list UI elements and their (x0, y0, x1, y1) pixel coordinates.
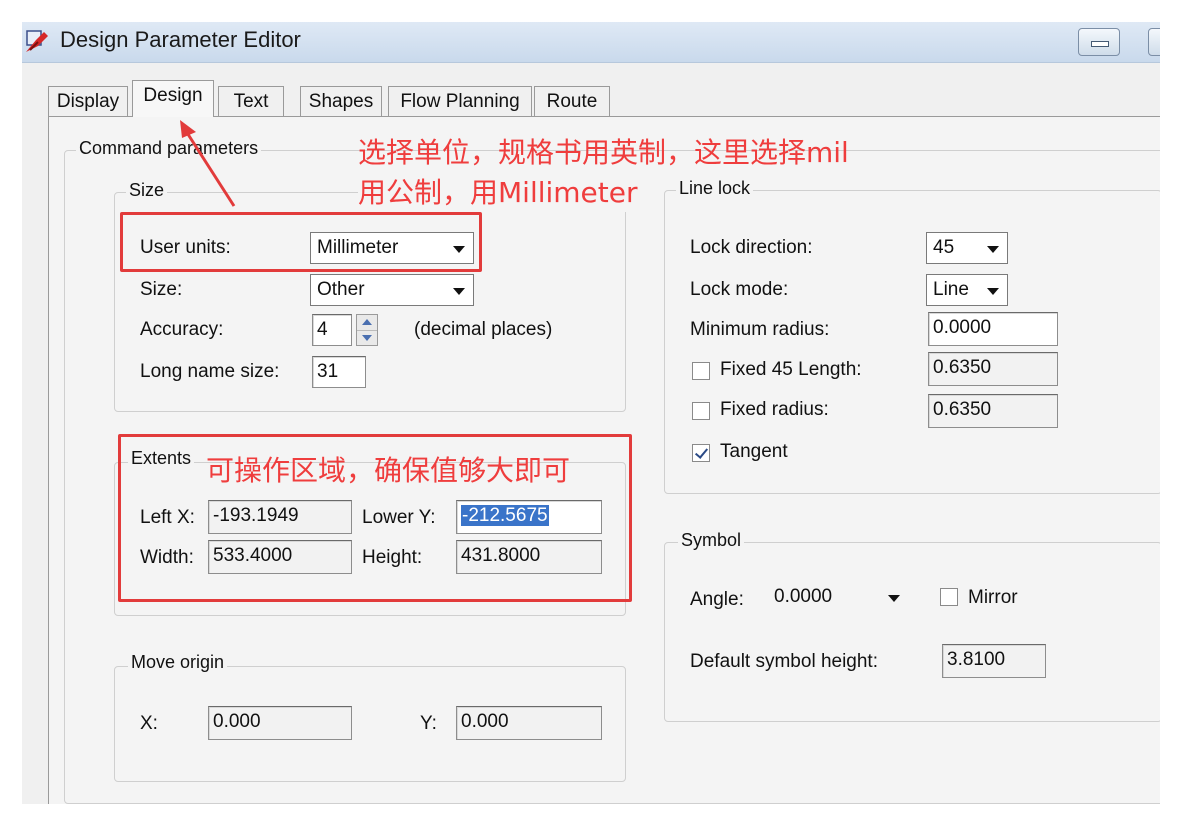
lock-direction-label: Lock direction: (690, 237, 813, 258)
window-title: Design Parameter Editor (60, 27, 301, 52)
fixed-radius-field[interactable]: 0.6350 (928, 394, 1058, 428)
mirror-checkbox[interactable] (940, 588, 958, 606)
design-parameter-editor-window: Design Parameter Editor Display Design T… (22, 22, 1160, 804)
accuracy-field[interactable]: 4 (312, 314, 352, 346)
chevron-down-icon (987, 288, 999, 295)
default-symbol-height-label: Default symbol height: (690, 651, 878, 672)
minimize-button[interactable] (1078, 28, 1120, 56)
tangent-label: Tangent (720, 441, 788, 462)
size-value: Other (317, 279, 365, 300)
minimum-radius-field[interactable]: 0.0000 (928, 312, 1058, 346)
fixed-45-length-checkbox[interactable] (692, 362, 710, 380)
app-icon (26, 30, 48, 52)
accuracy-suffix: (decimal places) (414, 319, 553, 340)
symbol-group (664, 542, 1160, 722)
mirror-label: Mirror (968, 587, 1018, 608)
symbol-label: Symbol (678, 530, 745, 551)
lock-mode-label: Lock mode: (690, 279, 789, 300)
move-origin-label: Move origin (128, 652, 228, 673)
fixed-radius-label: Fixed radius: (720, 399, 829, 420)
long-name-size-label: Long name size: (140, 361, 280, 382)
lock-mode-select[interactable]: Line (926, 274, 1008, 306)
angle-value: 0.0000 (774, 586, 833, 607)
accuracy-spinner[interactable] (356, 314, 378, 346)
fixed-45-length-field[interactable]: 0.6350 (928, 352, 1058, 386)
minimize-icon (1091, 41, 1109, 47)
user-units-highlight-box (120, 212, 482, 272)
tab-display[interactable]: Display (48, 86, 128, 117)
long-name-size-field[interactable]: 31 (312, 356, 366, 388)
arrow-icon (180, 120, 236, 207)
size-group-label: Size (126, 180, 168, 201)
tangent-checkbox[interactable] (692, 444, 710, 462)
chevron-down-icon (987, 246, 999, 253)
origin-x-label: X: (140, 713, 158, 734)
title-bar: Design Parameter Editor (22, 22, 1160, 63)
fixed-radius-checkbox[interactable] (692, 402, 710, 420)
line-lock-label: Line lock (676, 178, 754, 199)
spinner-divider (357, 330, 377, 331)
size-select[interactable]: Other (310, 274, 474, 306)
size-label: Size: (140, 279, 183, 300)
lock-direction-select[interactable]: 45 (926, 232, 1008, 264)
units-annotation-line2: 用公制，用Millimeter (358, 174, 638, 212)
lock-direction-value: 45 (933, 237, 955, 258)
tab-design[interactable]: Design (132, 80, 214, 117)
lock-mode-value: Line (933, 279, 969, 300)
origin-x-field[interactable]: 0.000 (208, 706, 352, 740)
maximize-button[interactable] (1148, 28, 1160, 56)
arrow-down-icon (362, 335, 372, 341)
arrow-up-icon (362, 319, 372, 325)
origin-y-label: Y: (420, 713, 437, 734)
chevron-down-icon (888, 595, 900, 602)
angle-select[interactable]: 0.0000 (768, 582, 908, 614)
minimum-radius-label: Minimum radius: (690, 319, 830, 340)
extents-annotation: 可操作区域，确保值够大即可 (206, 454, 571, 487)
tab-shapes[interactable]: Shapes (300, 86, 382, 117)
chevron-down-icon (453, 288, 465, 295)
default-symbol-height-field[interactable]: 3.8100 (942, 644, 1046, 678)
origin-y-field[interactable]: 0.000 (456, 706, 602, 740)
tab-route[interactable]: Route (534, 86, 610, 117)
units-annotation-line1: 选择单位，规格书用英制，这里选择mil (358, 136, 849, 169)
tab-flow-planning[interactable]: Flow Planning (388, 86, 532, 117)
fixed-45-length-label: Fixed 45 Length: (720, 359, 862, 380)
tab-text[interactable]: Text (218, 86, 284, 117)
angle-label: Angle: (690, 589, 744, 610)
accuracy-label: Accuracy: (140, 319, 224, 340)
